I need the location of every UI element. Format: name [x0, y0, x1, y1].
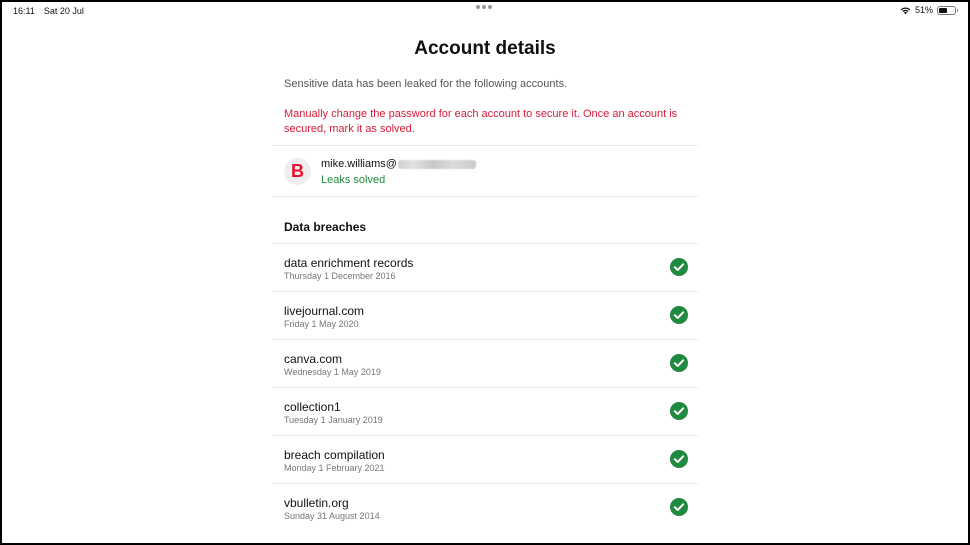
breach-row[interactable]: breach compilation Monday 1 February 2021 — [272, 435, 698, 483]
breach-name: canva.com — [284, 352, 343, 366]
multitasking-dots-icon[interactable] — [476, 5, 492, 9]
breach-row[interactable]: data enrichment records Thursday 1 Decemb… — [272, 243, 698, 291]
section-heading-data-breaches: Data breaches — [284, 220, 367, 234]
breach-name: data enrichment records — [284, 256, 414, 270]
solved-check-icon[interactable] — [670, 498, 688, 516]
wifi-icon — [900, 6, 911, 14]
app-screen: 16:11 Sat 20 Jul 51% Account details Sen… — [2, 2, 968, 543]
breach-list: data enrichment records Thursday 1 Decemb… — [272, 243, 698, 531]
breach-date: Tuesday 1 January 2019 — [284, 415, 383, 425]
breach-date: Wednesday 1 May 2019 — [284, 367, 381, 377]
battery-percent: 51% — [914, 5, 933, 15]
status-right: 51% — [900, 5, 958, 15]
breach-name: collection1 — [284, 400, 341, 414]
intro-text: Sensitive data has been leaked for the f… — [284, 78, 568, 90]
redacted-domain — [397, 159, 476, 169]
solved-check-icon[interactable] — [670, 354, 688, 372]
page-title: Account details — [414, 38, 556, 59]
account-email: mike.williams@ — [321, 158, 476, 170]
status-time: 16:11 — [13, 6, 35, 16]
battery-icon — [937, 5, 958, 15]
breach-row[interactable]: livejournal.com Friday 1 May 2020 — [272, 291, 698, 339]
account-email-text: mike.williams@ — [321, 158, 397, 170]
warning-text: Manually change the password for each ac… — [284, 108, 678, 135]
solved-check-icon[interactable] — [670, 450, 688, 468]
breach-row[interactable]: collection1 Tuesday 1 January 2019 — [272, 387, 698, 435]
breach-date: Friday 1 May 2020 — [284, 319, 359, 329]
battery-fill — [939, 7, 947, 13]
solved-check-icon[interactable] — [670, 402, 688, 420]
breach-date: Thursday 1 December 2016 — [284, 271, 396, 281]
account-status: Leaks solved — [321, 174, 386, 186]
breach-row[interactable]: canva.com Wednesday 1 May 2019 — [272, 339, 698, 387]
breach-name: breach compilation — [284, 448, 385, 462]
divider — [272, 196, 698, 197]
breach-date: Sunday 31 August 2014 — [284, 511, 380, 521]
account-row[interactable]: B mike.williams@ Leaks solved — [272, 146, 698, 196]
bitdefender-logo-icon: B — [284, 158, 311, 185]
breach-name: vbulletin.org — [284, 496, 349, 510]
status-date: Sat 20 Jul — [43, 6, 84, 16]
status-left: 16:11 Sat 20 Jul — [13, 6, 84, 16]
solved-check-icon[interactable] — [670, 306, 688, 324]
breach-row[interactable]: vbulletin.org Sunday 31 August 2014 — [272, 483, 698, 531]
solved-check-icon[interactable] — [670, 258, 688, 276]
breach-name: livejournal.com — [284, 304, 365, 318]
breach-date: Monday 1 February 2021 — [284, 463, 385, 473]
status-bar: 16:11 Sat 20 Jul 51% — [2, 2, 968, 20]
